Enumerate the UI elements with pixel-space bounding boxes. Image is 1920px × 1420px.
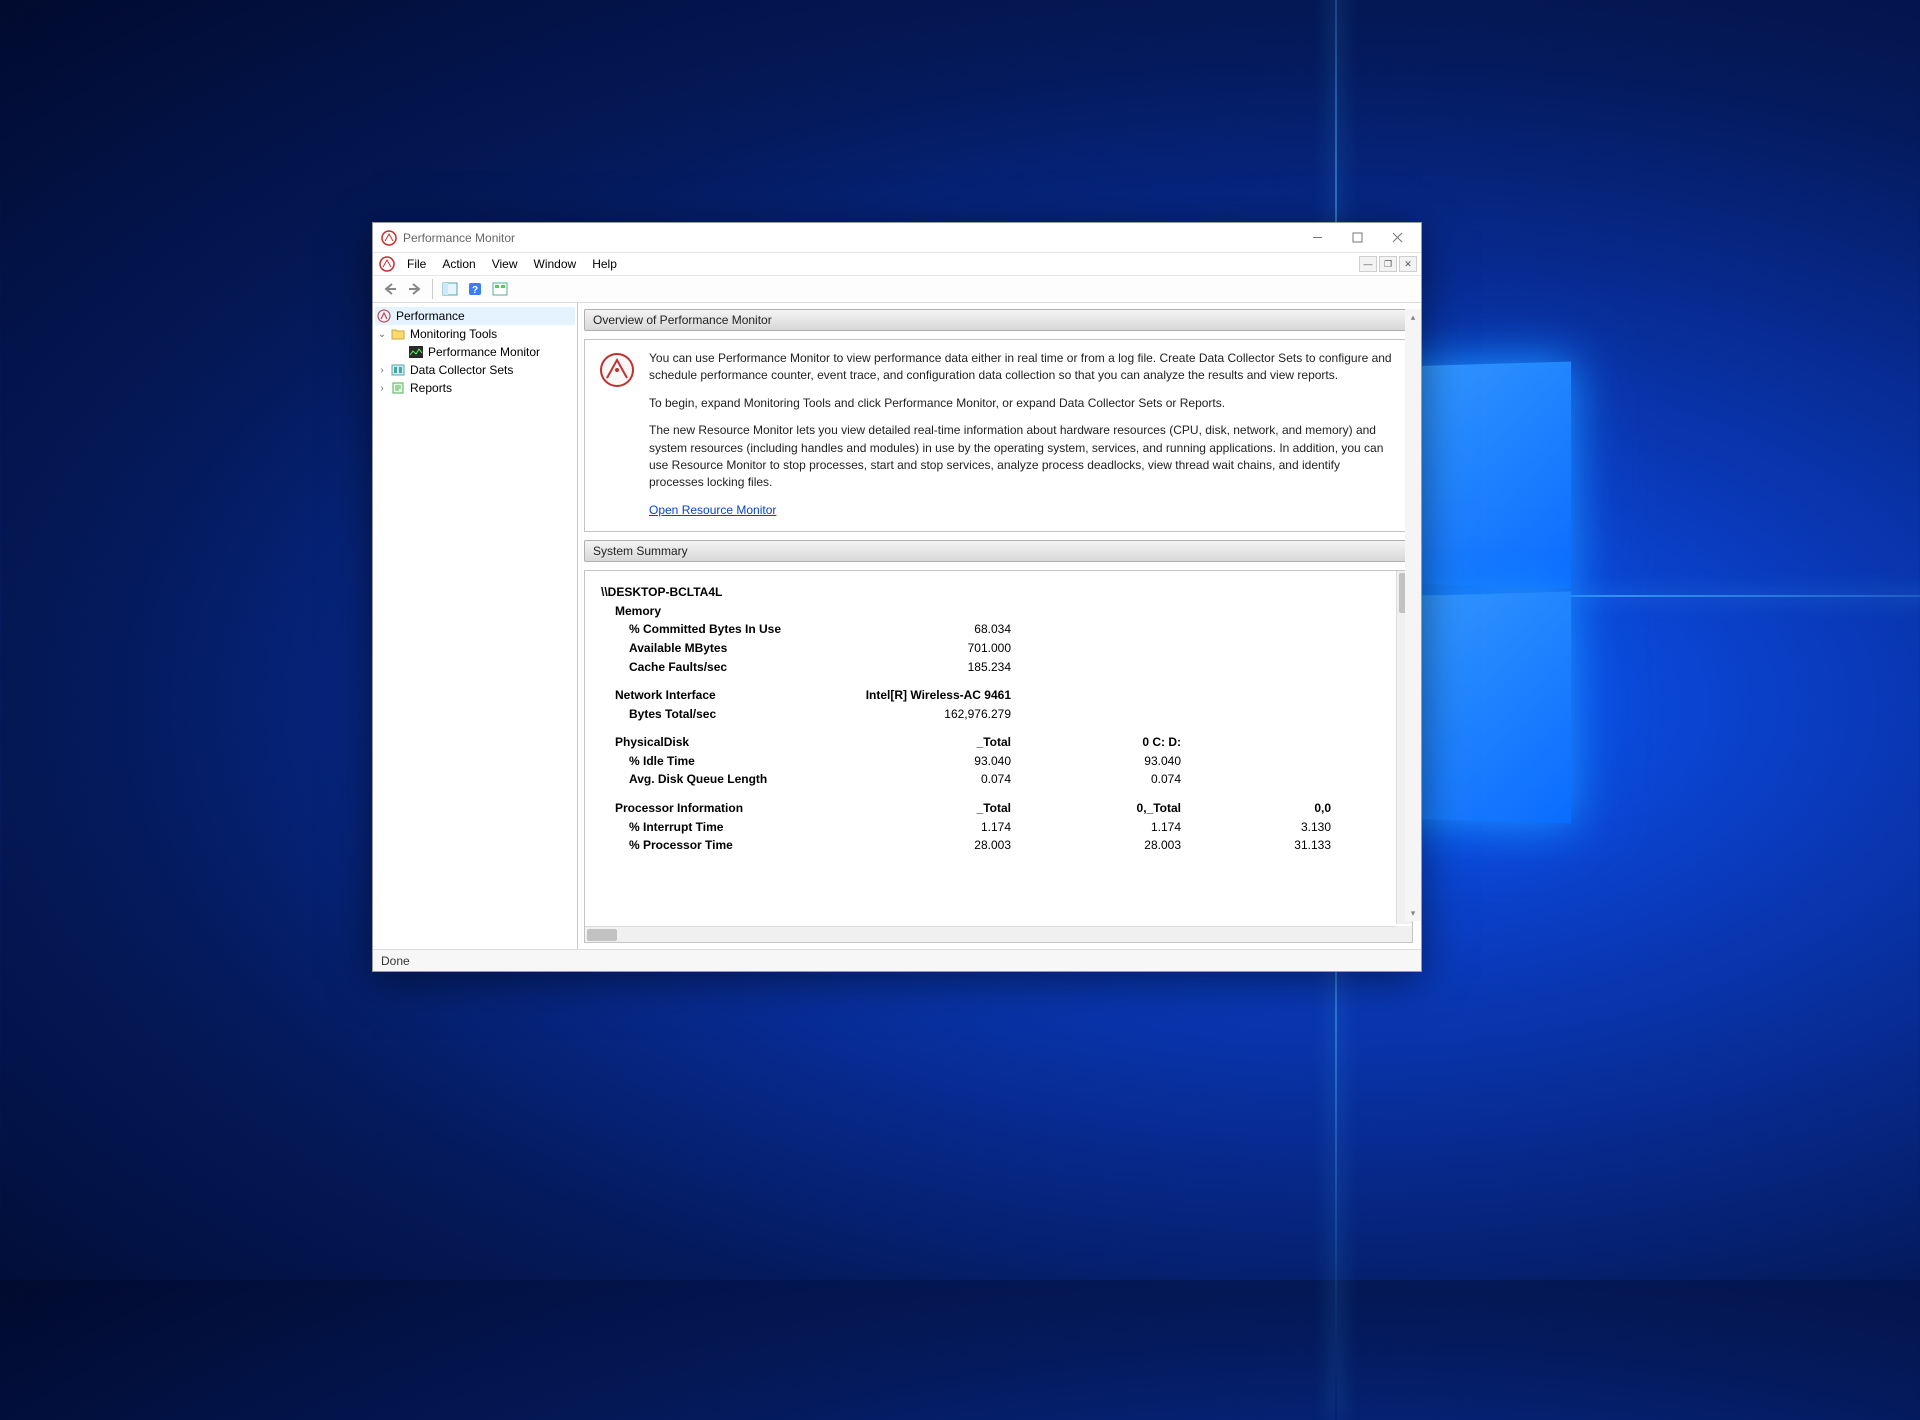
expand-icon[interactable]: ⌄ (375, 329, 389, 340)
forward-button[interactable] (404, 278, 426, 300)
summary-header-label: System Summary (593, 544, 688, 558)
tree-label: Reports (410, 381, 452, 395)
summary-interrupt-row: % Interrupt Time1.1741.1743.130 (601, 818, 1396, 837)
overview-text-2: To begin, expand Monitoring Tools and cl… (649, 395, 1398, 412)
perfmon-chart-icon (408, 345, 424, 359)
app-icon (381, 230, 397, 246)
perfmon-large-icon (599, 352, 635, 388)
summary-idle-row: % Idle Time93.04093.040 (601, 752, 1396, 771)
open-resource-monitor-link[interactable]: Open Resource Monitor (649, 503, 776, 517)
mmc-icon (379, 256, 395, 272)
maximize-button[interactable] (1337, 224, 1377, 252)
navigation-tree: Performance ⌄ Monitoring Tools Performan… (373, 303, 578, 949)
tree-node-monitoring-tools[interactable]: ⌄ Monitoring Tools (375, 325, 575, 343)
tree-node-performance-monitor[interactable]: Performance Monitor (375, 343, 575, 361)
expand-icon[interactable]: › (375, 383, 389, 394)
menubar: File Action View Window Help — ❐ ✕ (373, 253, 1421, 275)
mdi-close-button[interactable]: ✕ (1399, 256, 1417, 272)
menu-help[interactable]: Help (584, 255, 625, 273)
summary-disk-label: PhysicalDisk_Total0 C: D: (601, 733, 1396, 752)
summary-committed-row: % Committed Bytes In Use68.034 (601, 620, 1396, 639)
content-pane: Overview of Performance Monitor You can … (578, 303, 1421, 949)
perfmon-icon (376, 309, 392, 323)
summary-processor-label: Processor Information_Total0,_Total0,0 (601, 799, 1396, 818)
tree-label: Monitoring Tools (410, 327, 497, 341)
svg-text:?: ? (472, 285, 478, 296)
summary-network-label: Network InterfaceIntel[R] Wireless-AC 94… (601, 686, 1396, 705)
tree-node-performance[interactable]: Performance (375, 307, 575, 325)
toolbar: ? (373, 275, 1421, 303)
properties-button[interactable] (489, 278, 511, 300)
performance-monitor-window: Performance Monitor File Action View Win… (372, 222, 1422, 972)
scroll-down-icon[interactable]: ▾ (1405, 905, 1421, 921)
overview-panel: You can use Performance Monitor to view … (584, 339, 1413, 532)
expand-icon[interactable]: › (375, 365, 389, 376)
tree-label: Performance Monitor (428, 345, 540, 359)
overview-text-1: You can use Performance Monitor to view … (649, 350, 1398, 385)
summary-queue-row: Avg. Disk Queue Length0.0740.074 (601, 770, 1396, 789)
statusbar: Done (373, 949, 1421, 971)
show-hide-tree-button[interactable] (439, 278, 461, 300)
back-button[interactable] (379, 278, 401, 300)
summary-bytes-row: Bytes Total/sec162,976.279 (601, 705, 1396, 724)
summary-available-row: Available MBytes701.000 (601, 639, 1396, 658)
overview-header: Overview of Performance Monitor (584, 309, 1413, 331)
overview-text-3: The new Resource Monitor lets you view d… (649, 422, 1398, 492)
summary-header: System Summary (584, 540, 1413, 562)
overview-header-label: Overview of Performance Monitor (593, 313, 772, 327)
close-button[interactable] (1377, 224, 1417, 252)
reports-icon (390, 381, 406, 395)
titlebar[interactable]: Performance Monitor (373, 223, 1421, 253)
mdi-minimize-button[interactable]: — (1359, 256, 1377, 272)
content-vertical-scrollbar[interactable]: ▴ ▾ (1405, 309, 1421, 921)
window-title: Performance Monitor (403, 231, 515, 245)
summary-host: \\DESKTOP-BCLTA4L (601, 583, 1396, 602)
menu-view[interactable]: View (484, 255, 526, 273)
tree-label: Data Collector Sets (410, 363, 513, 377)
summary-horizontal-scrollbar[interactable] (585, 926, 1396, 942)
summary-memory-label: Memory (601, 602, 1396, 621)
menu-window[interactable]: Window (526, 255, 585, 273)
status-text: Done (381, 954, 410, 968)
tree-label: Performance (396, 309, 465, 323)
data-collector-icon (390, 363, 406, 377)
mdi-restore-button[interactable]: ❐ (1379, 256, 1397, 272)
help-button[interactable]: ? (464, 278, 486, 300)
summary-proc-row: % Processor Time28.00328.00331.133 (601, 836, 1396, 855)
system-summary-panel: \\DESKTOP-BCLTA4L Memory % Committed Byt… (584, 570, 1413, 943)
menu-action[interactable]: Action (434, 255, 483, 273)
minimize-button[interactable] (1297, 224, 1337, 252)
tree-node-reports[interactable]: › Reports (375, 379, 575, 397)
tree-node-data-collector-sets[interactable]: › Data Collector Sets (375, 361, 575, 379)
scroll-up-icon[interactable]: ▴ (1405, 309, 1421, 325)
folder-icon (390, 327, 406, 341)
menu-file[interactable]: File (399, 255, 434, 273)
summary-cache-row: Cache Faults/sec185.234 (601, 658, 1396, 677)
